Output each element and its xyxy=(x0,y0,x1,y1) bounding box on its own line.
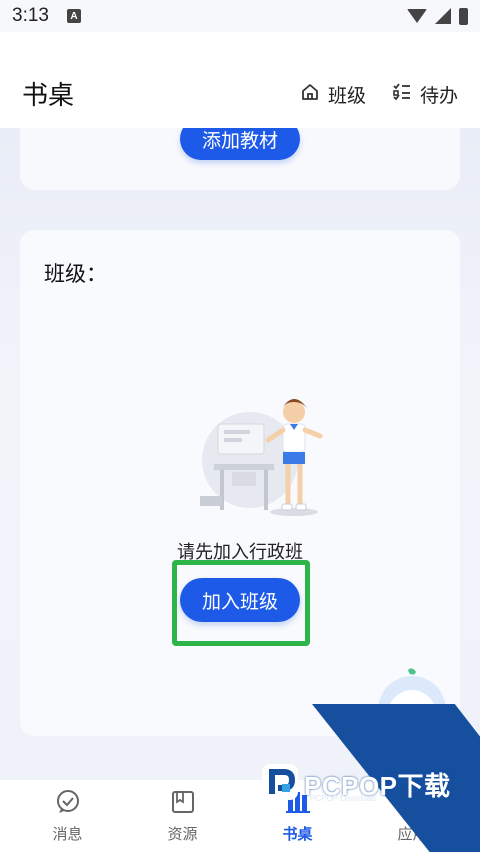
join-class-button[interactable]: 加入班级 xyxy=(180,578,300,622)
empty-state-text: 请先加入行政班 xyxy=(177,542,303,563)
watermark-sub: PCPOP Download xyxy=(310,794,376,803)
add-material-button[interactable]: 添加教材 xyxy=(180,128,300,160)
nav-messages-label: 消息 xyxy=(52,824,83,843)
header-nav-todo-label: 待办 xyxy=(419,84,458,107)
app-header: 书桌 班级 待办 xyxy=(0,32,480,128)
nav-messages[interactable]: 消息 xyxy=(20,789,116,844)
battery-icon xyxy=(459,7,468,25)
wifi-icon xyxy=(407,9,427,23)
header-nav-class[interactable]: 班级 xyxy=(300,81,366,108)
class-card: 班级： 请先加入行政班 加入班级 xyxy=(20,230,460,736)
home-icon xyxy=(300,82,320,107)
nav-desk-label: 书桌 xyxy=(282,824,313,843)
status-bar: 3:13 A xyxy=(0,0,480,32)
status-time: 3:13 xyxy=(12,5,49,26)
signal-icon xyxy=(435,8,451,24)
status-icons xyxy=(407,7,468,25)
checklist-icon xyxy=(392,82,412,107)
class-card-label: 班级： xyxy=(44,262,107,286)
nav-resources[interactable]: 资源 xyxy=(135,789,231,844)
empty-state-illustration xyxy=(190,380,340,520)
header-nav-todo[interactable]: 待办 xyxy=(392,81,458,108)
book-icon xyxy=(170,789,196,819)
nav-resources-label: 资源 xyxy=(167,824,198,843)
page-title: 书桌 xyxy=(22,80,75,111)
header-nav-class-label: 班级 xyxy=(327,84,366,107)
message-check-icon xyxy=(55,789,81,819)
notification-a-icon: A xyxy=(66,9,81,23)
watermark-logo-icon xyxy=(258,760,302,804)
desk-content: 添加教材 班级： 请先加入行政班 加入班级 xyxy=(0,128,480,780)
header-nav: 班级 待办 xyxy=(300,81,458,108)
